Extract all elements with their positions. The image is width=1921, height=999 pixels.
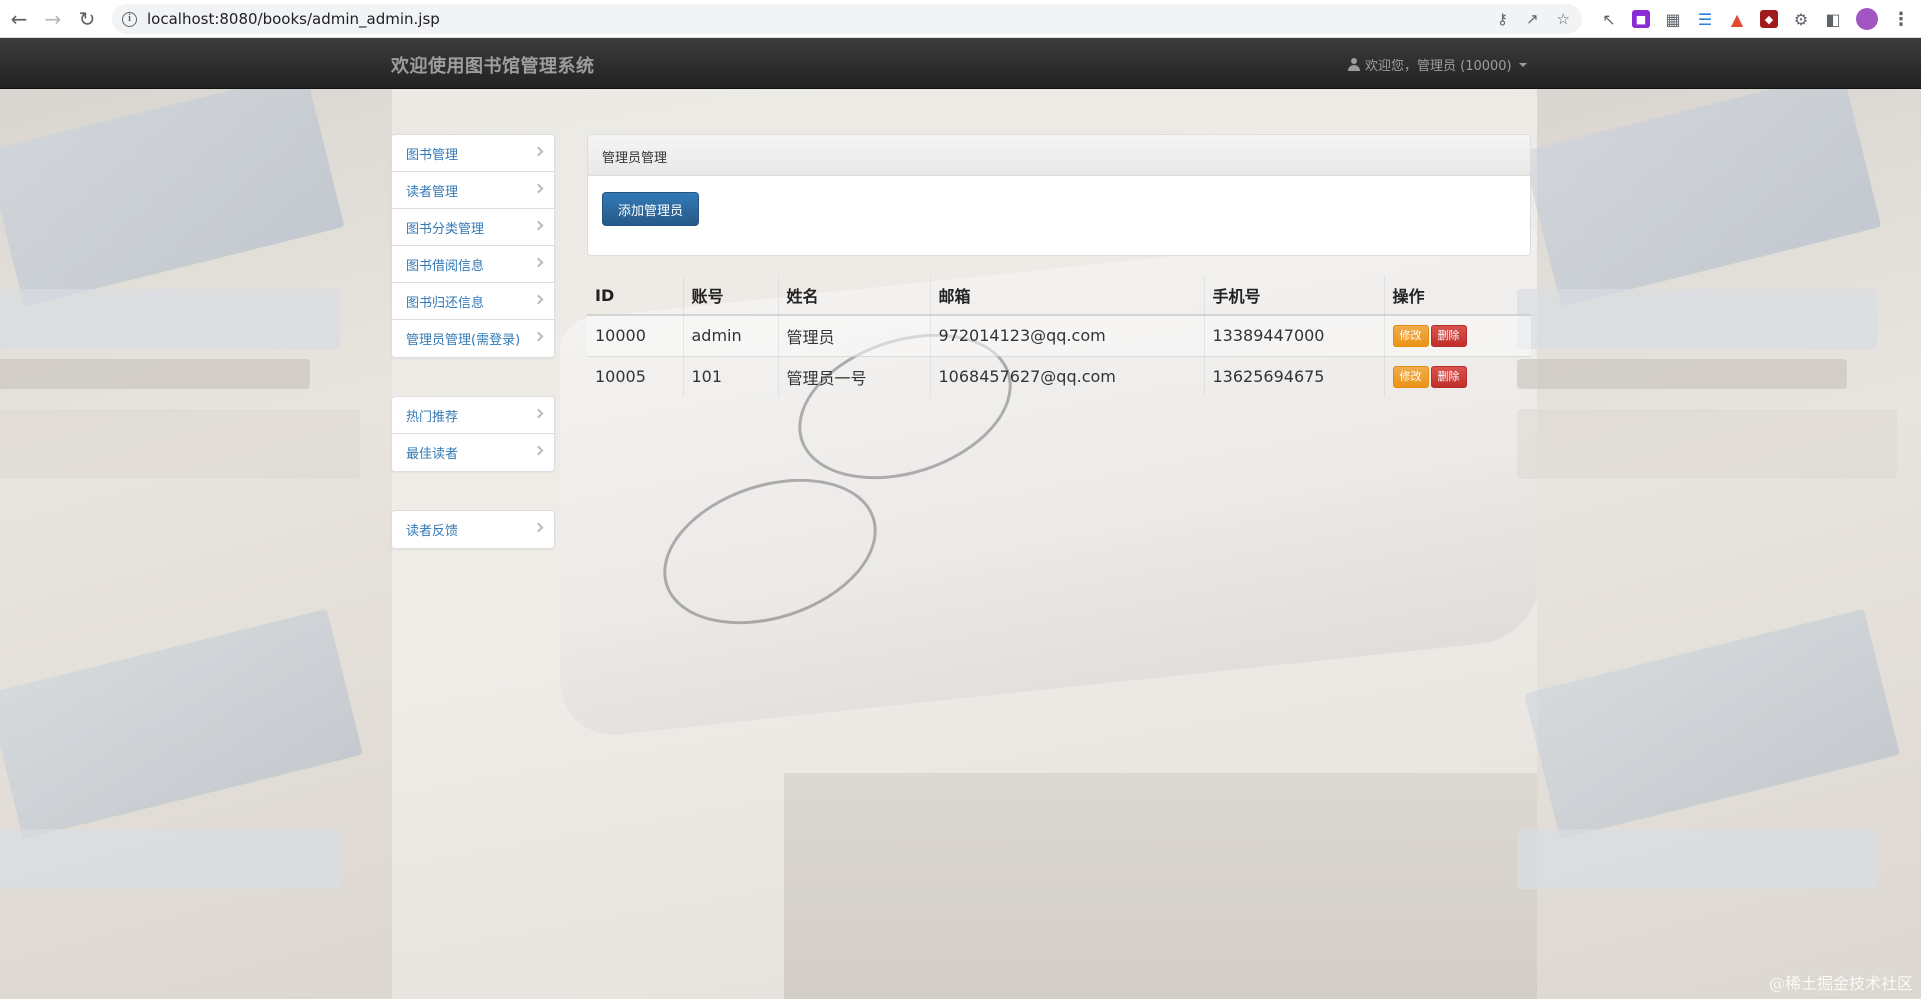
cell-account: admin — [683, 314, 779, 356]
column-header-email: 邮箱 — [930, 276, 1205, 316]
cell-name: 管理员一号 — [778, 355, 931, 397]
cell-id: 10005 — [587, 355, 684, 397]
cursor-extension-icon[interactable]: ↖ — [1600, 10, 1618, 29]
sidebar-item-label: 图书借阅信息 — [406, 258, 485, 274]
browser-toolbar: ← → ↻ i localhost:8080/books/admin_admin… — [0, 0, 1921, 38]
sidebar-menu-main: 图书管理 读者管理 图书分类管理 图书借阅信息 图书归还信息 管理员管理(需登录… — [391, 134, 555, 358]
cell-account: 101 — [683, 355, 779, 397]
red-extension-icon[interactable]: ▲ — [1728, 10, 1746, 29]
bg-books-left — [0, 89, 392, 999]
user-dropdown-label: 欢迎您，管理员 (10000) — [1365, 59, 1512, 74]
chevron-right-icon — [533, 522, 544, 533]
app-navbar: 欢迎使用图书馆管理系统 欢迎您，管理员 (10000) — [0, 38, 1921, 89]
table-header-row: ID 账号 姓名 邮箱 手机号 操作 — [587, 276, 1531, 316]
address-bar[interactable]: i localhost:8080/books/admin_admin.jsp ⚷… — [112, 4, 1582, 34]
user-icon — [1348, 58, 1360, 71]
tab-extension-icon[interactable]: ▦ — [1664, 10, 1682, 29]
sidebar-item-label: 图书分类管理 — [406, 221, 485, 237]
url-text[interactable]: localhost:8080/books/admin_admin.jsp — [147, 10, 440, 28]
bookmark-star-icon[interactable]: ☆ — [1557, 10, 1570, 28]
sidebar-item-admin-management[interactable]: 管理员管理(需登录) — [392, 320, 554, 357]
ublock-extension-icon[interactable]: ◆ — [1760, 10, 1778, 28]
edit-button[interactable]: 修改 — [1392, 366, 1429, 389]
site-info-icon[interactable]: i — [122, 11, 137, 27]
table-row: 10000 admin 管理员 972014123@qq.com 1338944… — [587, 314, 1531, 356]
cell-phone: 13389447000 — [1204, 314, 1385, 356]
chevron-right-icon — [533, 445, 544, 456]
delete-button[interactable]: 删除 — [1430, 366, 1467, 389]
chevron-right-icon — [533, 408, 544, 419]
sidebar-menu-recommend: 热门推荐 最佳读者 — [391, 396, 555, 472]
column-header-name: 姓名 — [778, 276, 931, 316]
chevron-right-icon — [533, 331, 544, 342]
sidebar-item-label: 最佳读者 — [406, 447, 459, 462]
cell-phone: 13625694675 — [1204, 355, 1385, 397]
user-dropdown[interactable]: 欢迎您，管理员 (10000) — [1348, 55, 1527, 74]
menu-kebab-icon[interactable]: ⋮ — [1892, 9, 1910, 30]
sidebar-item-return-info[interactable]: 图书归还信息 — [392, 283, 554, 320]
column-header-actions: 操作 — [1384, 276, 1531, 316]
bg-books-right — [1517, 89, 1921, 999]
forward-icon[interactable]: → — [38, 4, 68, 34]
chevron-right-icon — [533, 220, 544, 231]
chevron-right-icon — [533, 183, 544, 194]
sidebar-item-label: 热门推荐 — [406, 409, 459, 425]
key-icon[interactable]: ⚷ — [1497, 10, 1508, 28]
cell-name: 管理员 — [778, 314, 931, 356]
sidebar-item-label: 图书管理 — [406, 147, 459, 163]
cell-id: 10000 — [587, 314, 684, 356]
table-row: 10005 101 管理员一号 1068457627@qq.com 136256… — [587, 355, 1531, 397]
chevron-right-icon — [533, 294, 544, 305]
admin-table: ID 账号 姓名 邮箱 手机号 操作 10000 admin 管理员 97201… — [587, 276, 1531, 397]
add-admin-button[interactable]: 添加管理员 — [602, 192, 699, 226]
profile-avatar[interactable] — [1856, 8, 1878, 30]
column-header-id: ID — [587, 276, 684, 316]
sidebar-item-reader-feedback[interactable]: 读者反馈 — [392, 511, 554, 548]
sidebar-item-category-management[interactable]: 图书分类管理 — [392, 209, 554, 246]
sidebar-menu-feedback: 读者反馈 — [391, 510, 555, 549]
jsp-extension-icon[interactable]: ■ — [1632, 10, 1650, 28]
sidebar-item-label: 读者反馈 — [406, 524, 459, 539]
watermark-text: @稀土掘金技术社区 — [1768, 974, 1913, 993]
cell-actions: 修改 删除 — [1384, 355, 1531, 397]
share-icon[interactable]: ↗ — [1526, 10, 1539, 28]
sidebar-item-reader-management[interactable]: 读者管理 — [392, 172, 554, 209]
cell-email: 1068457627@qq.com — [930, 355, 1205, 397]
sidebar-item-hot-recommend[interactable]: 热门推荐 — [392, 397, 554, 434]
column-header-account: 账号 — [683, 276, 779, 316]
puzzle-extensions-icon[interactable]: ⚙ — [1792, 10, 1810, 29]
delete-button[interactable]: 删除 — [1430, 325, 1467, 348]
chevron-right-icon — [533, 257, 544, 268]
panel-title: 管理员管理 — [588, 135, 1530, 176]
reload-icon[interactable]: ↻ — [72, 4, 102, 34]
back-icon[interactable]: ← — [4, 4, 34, 34]
cell-actions: 修改 删除 — [1384, 314, 1531, 356]
cell-email: 972014123@qq.com — [930, 314, 1205, 356]
admin-management-panel: 管理员管理 添加管理员 — [587, 134, 1531, 256]
column-header-phone: 手机号 — [1204, 276, 1385, 316]
layers-extension-icon[interactable]: ☰ — [1696, 10, 1714, 29]
sidebar-item-best-readers[interactable]: 最佳读者 — [392, 434, 554, 471]
chevron-right-icon — [533, 146, 544, 157]
sidepanel-icon[interactable]: ◧ — [1824, 10, 1842, 29]
sidebar-item-borrow-info[interactable]: 图书借阅信息 — [392, 246, 554, 283]
sidebar-item-label: 管理员管理(需登录) — [406, 333, 521, 348]
sidebar-item-label: 读者管理 — [406, 184, 459, 200]
sidebar-item-label: 图书归还信息 — [406, 295, 485, 311]
caret-down-icon — [1518, 62, 1527, 67]
edit-button[interactable]: 修改 — [1392, 325, 1429, 348]
sidebar-item-book-management[interactable]: 图书管理 — [392, 135, 554, 172]
navbar-brand[interactable]: 欢迎使用图书馆管理系统 — [391, 52, 595, 78]
